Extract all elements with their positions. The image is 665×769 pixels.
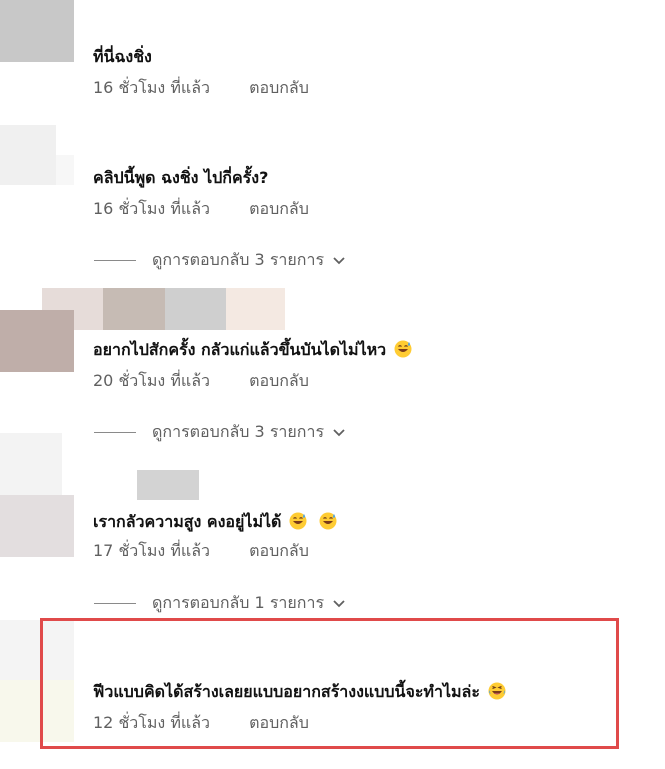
view-replies-label: ดูการตอบกลับ 1 รายการ [152,592,325,612]
comment-time: 20 ชั่วโมง ที่แล้ว [93,371,210,390]
comment-time: 16 ชั่วโมง ที่แล้ว [93,199,210,218]
comment-meta: 16 ชั่วโมง ที่แล้ว ตอบกลับ [93,199,309,219]
comment-text: เรากลัวความสูง คงอยู่ไม่ได้ [93,512,337,532]
avatar[interactable] [0,125,56,185]
username-redacted[interactable] [103,288,165,330]
chevron-down-icon [333,257,345,265]
comment-text: ที่นี่ฉงชิ่ง [93,47,152,66]
username-redacted[interactable] [165,288,226,330]
avatar[interactable] [56,155,74,185]
comment-meta: 17 ชั่วโมง ที่แล้ว ตอบกลับ [93,541,309,561]
avatar[interactable] [0,310,74,372]
avatar[interactable] [0,0,74,62]
view-replies-button[interactable]: ดูการตอบกลับ 1 รายการ [94,593,346,613]
reply-button[interactable]: ตอบกลับ [249,371,309,391]
username-redacted[interactable] [226,288,285,330]
highlight-box [40,618,619,749]
comment-text-content: เรากลัวความสูง คงอยู่ไม่ได้ [93,512,282,531]
comment-text: อยากไปสักครั้ง กลัวแก่แล้วขึ้นบันไดไม่ไห… [93,340,412,360]
comment-text-content: อยากไปสักครั้ง กลัวแก่แล้วขึ้นบันไดไม่ไห… [93,340,387,359]
comment-meta: 16 ชั่วโมง ที่แล้ว ตอบกลับ [93,78,309,98]
view-replies-button[interactable]: ดูการตอบกลับ 3 รายการ [94,250,346,270]
replies-divider [94,431,136,433]
reply-button[interactable]: ตอบกลับ [249,541,309,561]
avatar[interactable] [0,433,62,495]
replies-divider [94,259,136,261]
reply-button[interactable]: ตอบกลับ [249,78,309,98]
avatar[interactable] [0,495,74,557]
grinning-sweat-emoji-icon [394,340,412,358]
view-replies-button[interactable]: ดูการตอบกลับ 3 รายการ [94,422,346,442]
comment-time: 16 ชั่วโมง ที่แล้ว [93,78,210,97]
grinning-sweat-emoji-icon [289,512,307,530]
reply-button[interactable]: ตอบกลับ [249,199,309,219]
comment-text: คลิปนี้พูด ฉงชิ่ง ไปกี่ครั้ง? [93,168,269,187]
comment-time: 17 ชั่วโมง ที่แล้ว [93,541,210,560]
chevron-down-icon [333,600,345,608]
comment-meta: 20 ชั่วโมง ที่แล้ว ตอบกลับ [93,371,309,391]
grinning-sweat-emoji-icon [319,512,337,530]
username-redacted[interactable] [137,470,199,500]
replies-divider [94,602,136,604]
view-replies-label: ดูการตอบกลับ 3 รายการ [152,249,325,269]
chevron-down-icon [333,429,345,437]
view-replies-label: ดูการตอบกลับ 3 รายการ [152,421,325,441]
